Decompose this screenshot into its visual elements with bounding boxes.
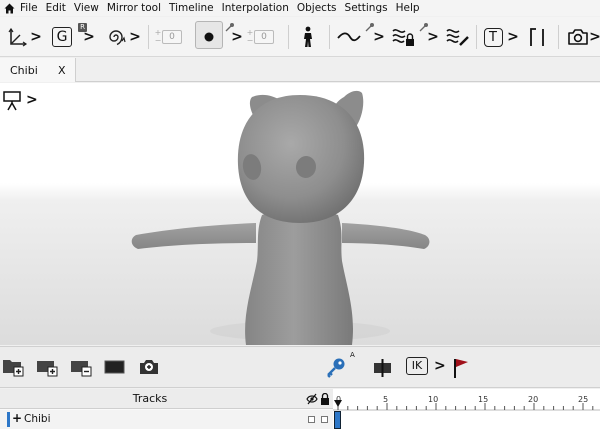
menu-timeline[interactable]: Timeline (165, 0, 218, 16)
gizmo-button[interactable]: G R (50, 17, 87, 57)
ruler-label-20: 20 (528, 395, 539, 404)
main-toolbar: > G R > > + − 0 > + − 0 > > T > > (0, 17, 600, 57)
add-object-button[interactable] (36, 357, 58, 380)
key-auto-label: A (350, 351, 355, 359)
track-row[interactable]: + Chibi (0, 410, 333, 429)
ruler-label-15: 15 (478, 395, 489, 404)
curve-button[interactable] (336, 17, 362, 57)
toolbar-separator (288, 25, 289, 49)
track-expand-button[interactable]: + (12, 411, 22, 425)
rotate-menu-arrow[interactable]: > (129, 17, 141, 57)
toolbar-separator (558, 25, 559, 49)
flag-icon (454, 359, 468, 378)
add-folder-button[interactable] (2, 357, 24, 380)
layer-plus-icon (37, 361, 58, 377)
track-color-bar (7, 412, 10, 427)
axes-menu-arrow[interactable]: > (30, 17, 42, 57)
camera-button[interactable] (566, 17, 590, 57)
home-icon[interactable] (2, 0, 16, 16)
playhead-marker-icon[interactable] (333, 399, 343, 409)
keyframe-key-button[interactable] (325, 357, 347, 382)
interpolation-menu-arrow[interactable]: > (427, 17, 439, 57)
camera-icon (568, 29, 588, 45)
add-camera-button[interactable] (138, 357, 160, 380)
menu-mirror-tool[interactable]: Mirror tool (103, 0, 165, 16)
menu-view[interactable]: View (70, 0, 103, 16)
tracks-header: Tracks (0, 389, 333, 409)
stepper-value[interactable]: 0 (254, 30, 274, 44)
toolbar-separator (148, 25, 149, 49)
monitor-icon (104, 360, 125, 374)
stepper-minus[interactable]: − (246, 37, 254, 45)
chibi-character-model[interactable] (0, 83, 600, 345)
gizmo-letter: G (52, 27, 72, 47)
ruler-label-10: 10 (428, 395, 439, 404)
ruler-label-25: 25 (578, 395, 589, 404)
remove-object-button[interactable] (70, 357, 92, 380)
stepper-value[interactable]: 0 (162, 30, 182, 44)
text-menu-arrow[interactable]: > (507, 17, 519, 57)
split-icon (374, 359, 391, 377)
waves-pen-icon (446, 29, 469, 46)
record-menu-arrow[interactable]: > (231, 17, 243, 57)
pose-button[interactable] (296, 17, 320, 57)
ruler-label-5: 5 (383, 395, 389, 404)
track-name: Chibi (24, 413, 51, 425)
interpolation-edit-button[interactable] (446, 17, 470, 57)
lock-icon[interactable] (320, 393, 330, 405)
curve-menu-arrow[interactable]: > (373, 17, 385, 57)
toolbar-separator (329, 25, 330, 49)
frame-stepper-right[interactable]: + − 0 (246, 29, 274, 45)
bracket-flag-icon (530, 28, 544, 46)
current-frame-keyframe[interactable] (334, 411, 341, 429)
toolbar-separator (476, 25, 477, 49)
gizmo-menu-arrow[interactable]: > (83, 17, 95, 57)
axes-icon (8, 27, 28, 47)
curve-icon (337, 32, 361, 42)
tracks-title: Tracks (132, 392, 168, 405)
tab-close-button[interactable]: X (58, 64, 66, 77)
folder-plus-icon (3, 360, 24, 377)
menu-objects[interactable]: Objects (293, 0, 341, 16)
text-tool-button[interactable]: T (482, 17, 504, 57)
frame-stepper-left[interactable]: + − 0 (154, 29, 182, 45)
layer-minus-icon (71, 361, 92, 377)
display-object-button[interactable] (104, 357, 126, 380)
axes-tool-button[interactable] (6, 17, 30, 57)
waves-lock-icon (392, 29, 414, 46)
stepper-minus[interactable]: − (154, 37, 162, 45)
ik-button[interactable]: IK > (406, 357, 446, 375)
text-tool-letter: T (483, 27, 503, 47)
track-visibility-checkbox[interactable] (308, 416, 315, 423)
menu-edit[interactable]: Edit (42, 0, 70, 16)
walking-figure-icon (304, 26, 312, 47)
marker-flag-button[interactable] (452, 357, 472, 382)
camera-menu-arrow[interactable]: > (589, 17, 600, 57)
visibility-eye-icon[interactable] (306, 393, 318, 405)
record-key-button[interactable] (195, 21, 223, 49)
spiral-rotate-icon (109, 30, 126, 46)
timeline-ruler[interactable]: 0 5 10 15 20 25 (333, 389, 600, 429)
menu-bar: File Edit View Mirror tool Timeline Inte… (0, 0, 600, 16)
key-icon (327, 358, 345, 378)
rotate-tool-button[interactable] (104, 17, 128, 57)
menu-file[interactable]: File (16, 0, 42, 16)
split-keyframe-button[interactable] (372, 357, 394, 382)
3d-viewport[interactable]: > (0, 83, 600, 345)
ik-menu-arrow[interactable]: > (434, 358, 446, 374)
ruler-ticks (333, 403, 600, 411)
camera-plus-icon (140, 360, 158, 374)
tab-chibi[interactable]: Chibi X (0, 58, 76, 82)
timeline-panel: Tracks + Chibi 0 5 10 15 20 25 (0, 389, 600, 429)
object-toolbar: A IK > (0, 346, 600, 388)
document-tab-bar: Chibi X (0, 58, 600, 82)
ik-label: IK (406, 357, 428, 375)
marker-button[interactable] (526, 17, 550, 57)
tab-label: Chibi (10, 63, 38, 77)
interpolation-lock-button[interactable] (392, 17, 416, 57)
record-dot-icon (204, 32, 214, 42)
track-lock-checkbox[interactable] (321, 416, 328, 423)
